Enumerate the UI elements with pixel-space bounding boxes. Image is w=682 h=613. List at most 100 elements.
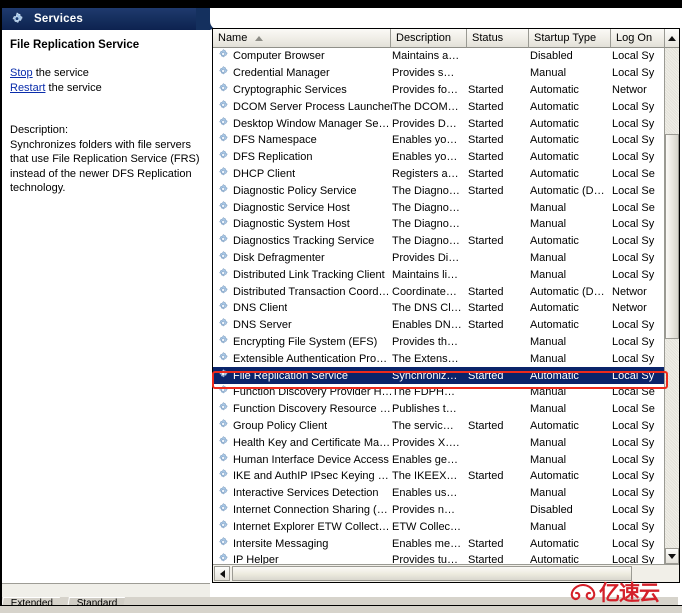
scroll-down-button[interactable]: [665, 548, 679, 564]
column-header-status-label: Status: [472, 32, 504, 44]
stop-service-suffix: the service: [32, 67, 89, 79]
table-row[interactable]: Disk Defragmenter Provides Di… Manual Local…: [213, 250, 664, 267]
scroll-up-button[interactable]: [664, 29, 679, 48]
service-name-label: DHCP Client: [233, 167, 296, 180]
chevron-left-icon: [219, 569, 225, 578]
table-row[interactable]: Diagnostic System Host The Diagno… Manual L…: [213, 216, 664, 233]
table-row[interactable]: Internet Explorer ETW Collect… ETW Collec…: [213, 518, 664, 535]
service-log-on-cell: Local Sy: [612, 487, 655, 500]
scroll-left-button[interactable]: [214, 566, 230, 581]
table-row[interactable]: Diagnostic Policy Service The Diagno… Star…: [213, 182, 664, 199]
table-row[interactable]: Encrypting File System (EFS) Provides th……: [213, 334, 664, 351]
service-name-label: Diagnostic Service Host: [233, 201, 350, 214]
service-name-cell: Intersite Messaging: [213, 536, 392, 552]
service-description-cell: Enables us…: [392, 487, 458, 500]
table-row[interactable]: DFS Namespace Enables yo… Started Automatic…: [213, 132, 664, 149]
service-gear-icon: [217, 48, 233, 64]
service-log-on-cell: Local Sy: [612, 100, 655, 113]
column-header-description[interactable]: Description: [391, 29, 467, 48]
table-row[interactable]: Desktop Window Manager Se… Provides D… Sta…: [213, 115, 664, 132]
service-name-cell: Diagnostics Tracking Service: [213, 233, 392, 249]
horizontal-scrollbar-thumb[interactable]: [232, 566, 632, 581]
list-header: Name Description Status Startup Type Log…: [213, 29, 679, 48]
service-description-cell: The FDPH…: [392, 386, 455, 399]
table-row[interactable]: Function Discovery Resource … Publishes t…: [213, 401, 664, 418]
service-startup-type-cell: Automatic: [530, 470, 579, 483]
column-header-name-label: Name: [218, 32, 248, 44]
service-name-cell: File Replication Service: [213, 368, 392, 384]
service-name-label: Encrypting File System (EFS): [233, 335, 378, 348]
window-title: Services: [34, 13, 83, 25]
service-startup-type-cell: Manual: [530, 218, 567, 231]
service-name-label: Disk Defragmenter: [233, 251, 325, 264]
service-startup-type-cell: Manual: [530, 352, 567, 365]
service-name-cell: DHCP Client: [213, 166, 392, 182]
table-row[interactable]: Intersite Messaging Enables me… Started Aut…: [213, 535, 664, 552]
table-row[interactable]: Group Policy Client The servic… Started Aut…: [213, 418, 664, 435]
table-row[interactable]: DFS Replication Enables yo… Started Automat…: [213, 149, 664, 166]
table-row[interactable]: DNS Server Enables DN… Started Automatic Loc…: [213, 317, 664, 334]
service-gear-icon: [217, 132, 233, 148]
service-status-cell: Started: [468, 167, 504, 180]
service-name-cell: Function Discovery Provider H…: [213, 384, 392, 400]
table-row[interactable]: Extensible Authentication Pro… The Extens…: [213, 350, 664, 367]
service-name-label: Group Policy Client: [233, 419, 328, 432]
service-description: Description: Synchronizes folders with f…: [10, 123, 202, 196]
table-row[interactable]: Human Interface Device Access Enables ge……: [213, 451, 664, 468]
service-startup-type-cell: Manual: [530, 487, 567, 500]
table-row[interactable]: Health Key and Certificate Ma… Provides X…: [213, 434, 664, 451]
table-row[interactable]: Internet Connection Sharing (… Provides n…: [213, 502, 664, 519]
vertical-scrollbar[interactable]: [664, 48, 679, 564]
service-name-cell: Credential Manager: [213, 65, 392, 81]
table-row[interactable]: DCOM Server Process Launcher The DCOM… Sta…: [213, 98, 664, 115]
service-log-on-cell: Local Se: [612, 403, 655, 416]
service-status-cell: Started: [468, 83, 504, 96]
table-row[interactable]: IP Helper Provides tu… Started Automatic Loc…: [213, 552, 664, 564]
table-row[interactable]: Cryptographic Services Provides fo… Starte…: [213, 82, 664, 99]
service-log-on-cell: Local Sy: [612, 419, 655, 432]
column-header-name[interactable]: Name: [213, 29, 391, 48]
table-row[interactable]: DHCP Client Registers a… Started Automatic L…: [213, 166, 664, 183]
service-gear-icon: [217, 267, 233, 283]
table-row[interactable]: IKE and AuthIP IPsec Keying … The IKEEX… S…: [213, 468, 664, 485]
service-name-cell: Diagnostic System Host: [213, 216, 392, 232]
table-row[interactable]: Function Discovery Provider H… The FDPH… M…: [213, 384, 664, 401]
table-row[interactable]: File Replication Service Synchroniz… Start…: [213, 367, 664, 384]
service-startup-type-cell: Manual: [530, 335, 567, 348]
table-row[interactable]: Credential Manager Provides s… Manual Local…: [213, 65, 664, 82]
service-gear-icon: [217, 183, 233, 199]
service-name-label: IP Helper: [233, 554, 279, 564]
service-description-cell: Enables me…: [392, 537, 462, 550]
service-name-label: IKE and AuthIP IPsec Keying …: [233, 470, 389, 483]
horizontal-scrollbar[interactable]: [213, 564, 679, 582]
service-status-cell: Started: [468, 470, 504, 483]
restart-service-link[interactable]: Restart: [10, 82, 45, 94]
stop-service-link[interactable]: Stop: [10, 67, 33, 79]
column-header-log-on[interactable]: Log On: [611, 29, 664, 48]
table-row[interactable]: DNS Client The DNS Cl… Started Automatic Net…: [213, 300, 664, 317]
column-header-status[interactable]: Status: [467, 29, 529, 48]
service-name-cell: IKE and AuthIP IPsec Keying …: [213, 468, 392, 484]
service-action-links: Stop the service Restart the service: [10, 66, 202, 95]
service-startup-type-cell: Manual: [530, 386, 567, 399]
service-status-cell: Started: [468, 184, 504, 197]
services-list[interactable]: Computer Browser Maintains a… Disabled Loca…: [213, 48, 664, 564]
window-top-edge: [0, 0, 682, 8]
table-row[interactable]: Interactive Services Detection Enables us…: [213, 485, 664, 502]
table-row[interactable]: Distributed Transaction Coord… Coordinate…: [213, 283, 664, 300]
service-log-on-cell: Local Sy: [612, 268, 655, 281]
table-row[interactable]: Distributed Link Tracking Client Maintain…: [213, 266, 664, 283]
table-row[interactable]: Diagnostic Service Host The Diagno… Manual…: [213, 199, 664, 216]
service-description-cell: The DNS Cl…: [392, 302, 462, 315]
table-row[interactable]: Diagnostics Tracking Service The Diagno… S…: [213, 233, 664, 250]
service-name-cell: DFS Replication: [213, 149, 392, 165]
table-row[interactable]: Computer Browser Maintains a… Disabled Loca…: [213, 48, 664, 65]
service-description-cell: Maintains a…: [392, 50, 460, 63]
vertical-scrollbar-thumb[interactable]: [665, 134, 679, 339]
column-header-startup-type[interactable]: Startup Type: [529, 29, 611, 48]
service-log-on-cell: Local Sy: [612, 134, 655, 147]
service-name-label: Internet Connection Sharing (…: [233, 503, 388, 516]
service-log-on-cell: Local Sy: [612, 369, 655, 382]
sort-ascending-icon: [255, 35, 264, 41]
column-header-description-label: Description: [396, 32, 452, 44]
